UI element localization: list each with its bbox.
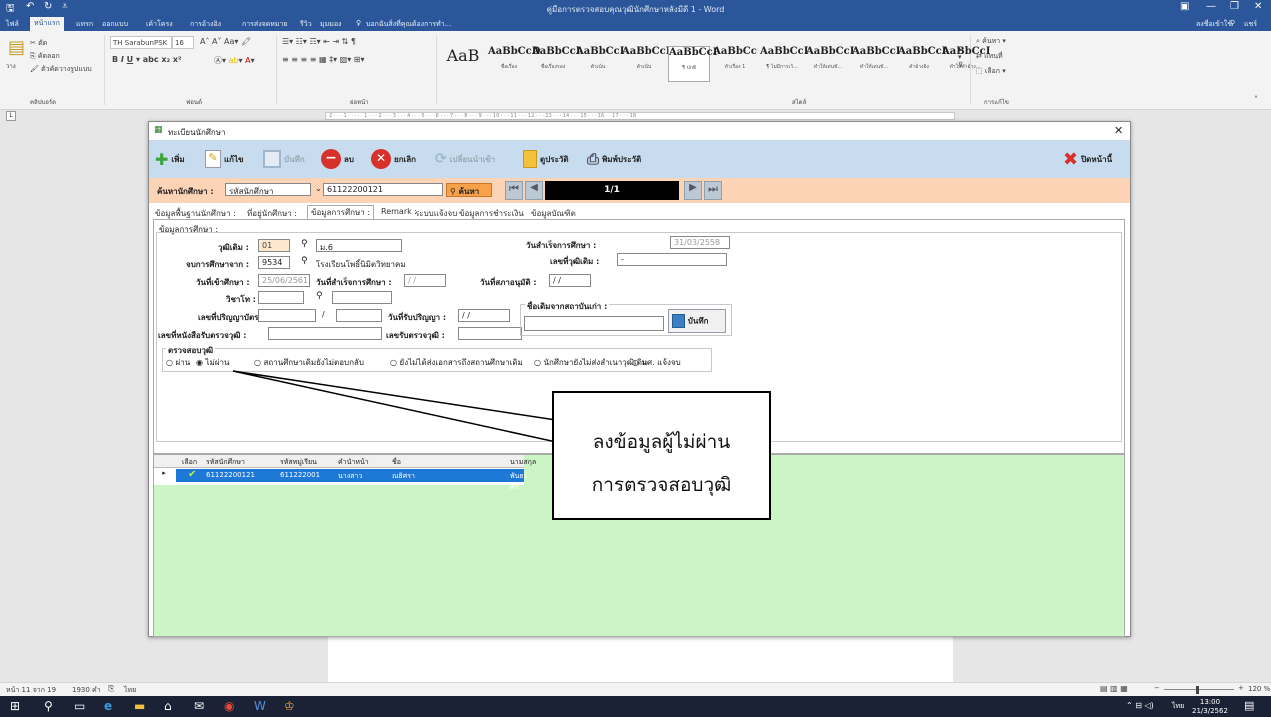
status-bar: หน้า 11 จาก 19 1930 คำ ⎘ ไทย ▤ ▥ ▦ − + 1… bbox=[0, 682, 1271, 696]
file-explorer-icon[interactable]: ▬ bbox=[134, 699, 145, 713]
callout-box: ลงข้อมูลผู้ไม่ผ่าน การตรวจสอบวุฒิ bbox=[552, 391, 771, 520]
clock[interactable]: 13:00 21/3/2562 bbox=[1192, 698, 1228, 716]
callout-line1: ลงข้อมูลผู้ไม่ผ่าน bbox=[592, 431, 731, 453]
word-count[interactable]: 1930 คำ bbox=[72, 685, 101, 696]
proofing-icon[interactable]: ⎘ bbox=[108, 684, 114, 694]
clock-time: 13:00 bbox=[1199, 698, 1221, 706]
system-tray-icons[interactable]: ⌃ ⊟ ◁) bbox=[1126, 701, 1154, 710]
callout-arrow bbox=[232, 370, 557, 443]
app-taskbar-icon[interactable]: ♔ bbox=[284, 699, 295, 713]
chrome-icon[interactable]: ◉ bbox=[224, 699, 234, 713]
clock-date: 21/3/2562 bbox=[1192, 707, 1228, 715]
mail-icon[interactable]: ✉ bbox=[194, 699, 204, 713]
language-status[interactable]: ไทย bbox=[124, 685, 136, 696]
input-language[interactable]: ไทย bbox=[1172, 701, 1184, 712]
notification-icon[interactable]: ▤ bbox=[1244, 699, 1254, 712]
zoom-out-icon[interactable]: − bbox=[1154, 684, 1160, 692]
edge-icon[interactable]: e bbox=[104, 699, 112, 713]
search-icon[interactable]: ⚲ bbox=[44, 699, 53, 713]
store-icon[interactable]: ⌂ bbox=[164, 699, 172, 713]
page-count[interactable]: หน้า 11 จาก 19 bbox=[6, 685, 56, 696]
task-view-icon[interactable]: ▭ bbox=[74, 699, 85, 713]
view-mode-icons[interactable]: ▤ ▥ ▦ bbox=[1100, 684, 1128, 693]
windows-start-icon[interactable]: ⊞ bbox=[10, 699, 20, 713]
callout-line2: การตรวจสอบวุฒิ bbox=[591, 474, 732, 496]
callout-pointer bbox=[232, 370, 557, 443]
taskbar: ⊞ ⚲ ▭ e ▬ ⌂ ✉ ◉ W ♔ ⌃ ⊟ ◁) ไทย 13:00 21/… bbox=[0, 696, 1271, 717]
word-taskbar-icon[interactable]: W bbox=[254, 699, 266, 713]
zoom-level[interactable]: 120 % bbox=[1248, 685, 1270, 693]
zoom-in-icon[interactable]: + bbox=[1238, 684, 1244, 692]
zoom-thumb[interactable] bbox=[1196, 686, 1199, 694]
zoom-slider[interactable] bbox=[1164, 689, 1234, 690]
